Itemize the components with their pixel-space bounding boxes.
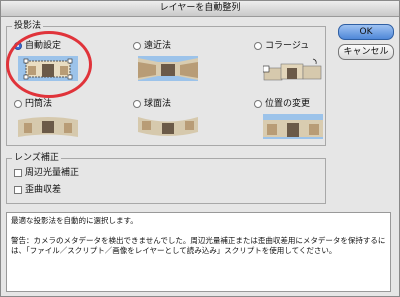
radio-spherical-label: 球面法 <box>144 99 172 109</box>
radio-reposition[interactable]: 位置の変更 <box>254 99 310 109</box>
lens-correction-label: レンズ補正 <box>12 153 61 163</box>
radio-indicator[interactable] <box>254 100 262 108</box>
thumb-cylindrical[interactable] <box>18 114 78 139</box>
radio-spherical[interactable]: 球面法 <box>133 99 171 109</box>
vignette-label: 周辺光量補正 <box>25 168 80 178</box>
ok-button[interactable]: OK <box>338 24 394 40</box>
lens-correction-group <box>6 158 326 204</box>
cancel-button[interactable]: キャンセル <box>338 44 394 60</box>
vignette-checkbox[interactable]: 周辺光量補正 <box>14 168 79 178</box>
distortion-label: 歪曲収差 <box>25 185 62 195</box>
description-box: 最適な投影法を自動的に選択します。 警告：カメラのメタデータを検出できませんでし… <box>6 212 391 292</box>
radio-indicator[interactable] <box>133 100 141 108</box>
checkbox-box[interactable] <box>14 186 22 194</box>
distortion-checkbox[interactable]: 歪曲収差 <box>14 185 61 195</box>
radio-perspective[interactable]: 遠近法 <box>133 41 171 51</box>
description-line1: 最適な投影法を自動的に選択します。 <box>11 216 138 225</box>
radio-indicator[interactable] <box>254 42 262 50</box>
dialog-title: レイヤーを自動整列 <box>1 1 399 17</box>
radio-indicator[interactable] <box>14 100 22 108</box>
radio-cylindrical-label: 円筒法 <box>25 99 53 109</box>
highlight-circle <box>6 31 92 98</box>
checkbox-box[interactable] <box>14 169 22 177</box>
thumb-spherical[interactable] <box>138 114 198 139</box>
thumb-reposition[interactable] <box>263 114 323 139</box>
thumb-collage[interactable] <box>263 56 323 81</box>
radio-indicator[interactable] <box>133 42 141 50</box>
radio-collage-label: コラージュ <box>265 41 310 51</box>
thumb-perspective[interactable] <box>138 56 198 81</box>
radio-reposition-label: 位置の変更 <box>265 99 311 109</box>
radio-cylindrical[interactable]: 円筒法 <box>14 99 52 109</box>
radio-collage[interactable]: コラージュ <box>254 41 309 51</box>
projection-group-label: 投影法 <box>12 21 44 31</box>
description-warning: 警告：カメラのメタデータを検出できませんでした。周辺光量補正または歪曲収差用にメ… <box>11 236 386 255</box>
radio-perspective-label: 遠近法 <box>144 41 172 51</box>
auto-align-layers-dialog: レイヤーを自動整列 投影法 自動設定 遠近法 コラージュ 円筒法 球面法 位置の… <box>0 0 400 297</box>
